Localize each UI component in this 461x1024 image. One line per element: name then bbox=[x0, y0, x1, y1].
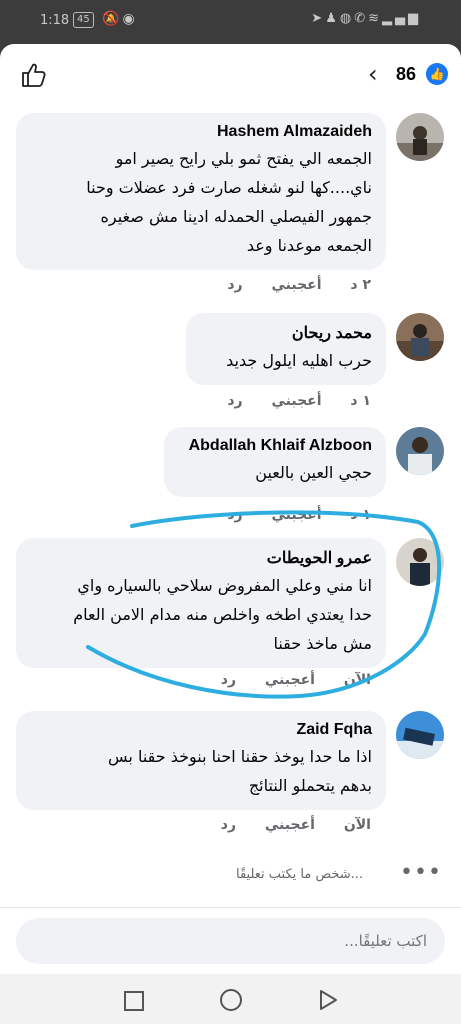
avatar[interactable] bbox=[396, 313, 444, 361]
comment-composer bbox=[0, 907, 461, 974]
typing-indicator: ••• شخص ما يكتب تعليقًا... bbox=[0, 860, 461, 892]
like-link[interactable]: أعجبني bbox=[271, 507, 321, 523]
status-right-icons: ➤♟◍✆≋▂▄▆ bbox=[311, 11, 421, 26]
comment-input[interactable] bbox=[16, 918, 445, 964]
mute-icon: 🔕 bbox=[102, 11, 123, 27]
wifi-icon: ≋ bbox=[368, 11, 382, 26]
comment-time: ١ د bbox=[350, 393, 371, 409]
comment-line: ناي....كها لنو شغله صارت فرد عضلات وحنا bbox=[86, 178, 372, 197]
comment-line: انا مني وعلي المفروض سلاحي بالسياره واي bbox=[77, 576, 372, 595]
like-link[interactable]: أعجبني bbox=[271, 393, 321, 409]
comment-time: الآن bbox=[343, 817, 371, 833]
comment-author[interactable]: Zaid Fqha bbox=[30, 721, 372, 739]
comment-line: جمهور الفيصلي الحمدله ادينا مش صغيره bbox=[100, 207, 372, 226]
reply-link[interactable]: رد bbox=[227, 393, 242, 409]
messenger-icon: ◍ bbox=[339, 11, 355, 26]
comment-line: الجمعه موعدنا وعد bbox=[246, 236, 372, 255]
comment-line: حجي العين بالعين bbox=[255, 463, 372, 482]
avatar[interactable] bbox=[396, 538, 444, 586]
comment-actions: الآن أعجبني رد bbox=[197, 672, 371, 688]
comment-line: مش ماخذ حقنا bbox=[273, 634, 372, 653]
comment-bubble[interactable]: Abdallah Khlaif Alzboon حجي العين بالعين bbox=[164, 427, 386, 497]
comment-author[interactable]: محمد ريحان bbox=[200, 323, 372, 343]
avatar[interactable] bbox=[396, 427, 444, 475]
home-icon[interactable] bbox=[220, 989, 242, 1011]
comment-actions: الآن أعجبني رد bbox=[197, 817, 371, 833]
comment-line: الجمعه الي يفتح ثمو بلي رايح يصير امو bbox=[115, 149, 372, 168]
comment-author[interactable]: Abdallah Khlaif Alzboon bbox=[178, 437, 372, 455]
comment-time: ١ د bbox=[350, 507, 371, 523]
system-nav-bar bbox=[0, 974, 461, 1024]
reaction-count[interactable]: 86 bbox=[396, 64, 416, 85]
reply-link[interactable]: رد bbox=[221, 672, 236, 688]
comment-actions: ١ د أعجبني رد bbox=[203, 393, 371, 409]
like-outline-icon[interactable] bbox=[20, 61, 48, 89]
status-bar: 1:18 45 🔕◉ ➤♟◍✆≋▂▄▆ bbox=[0, 0, 461, 44]
comment-bubble[interactable]: عمرو الحويطات انا مني وعلي المفروض سلاحي… bbox=[16, 538, 386, 668]
like-link[interactable]: أعجبني bbox=[271, 277, 321, 293]
comment-time: ٢ د bbox=[350, 277, 371, 293]
typing-text: شخص ما يكتب تعليقًا... bbox=[236, 867, 364, 882]
battery-icon: 45 bbox=[73, 12, 94, 28]
comment-line: حدا يعتدي اطخه واخلص منه مدام الامن العا… bbox=[73, 605, 372, 624]
comments-header: ‹ 86 👍 bbox=[0, 44, 461, 106]
signal-icon: ▂▄▆ bbox=[382, 11, 421, 26]
whatsapp-icon: ✆ bbox=[354, 11, 369, 26]
comment-bubble[interactable]: محمد ريحان حرب اهليه ايلول جديد bbox=[186, 313, 386, 385]
like-reaction-icon: 👍 bbox=[426, 63, 448, 85]
comment-line: حرب اهليه ايلول جديد bbox=[226, 351, 372, 370]
recent-apps-icon[interactable] bbox=[124, 991, 144, 1011]
reply-link[interactable]: رد bbox=[227, 277, 242, 293]
comment-line: بدهم يتحملو النتائج bbox=[248, 776, 372, 795]
person-icon: ♟ bbox=[325, 11, 340, 26]
comment-author[interactable]: Hashem Almazaideh bbox=[30, 123, 372, 141]
comments-sheet: ‹ 86 👍 Hashem Almazaideh الجمعه الي يفتح… bbox=[0, 44, 461, 974]
status-time: 1:18 bbox=[40, 13, 70, 28]
comment-actions: ١ د أعجبني رد bbox=[203, 507, 371, 523]
status-left-icons: 🔕◉ bbox=[102, 11, 138, 27]
comment-author[interactable]: عمرو الحويطات bbox=[30, 548, 372, 568]
eye-icon: ◉ bbox=[122, 11, 138, 27]
send-icon: ➤ bbox=[311, 11, 326, 26]
comment-actions: ٢ د أعجبني رد bbox=[203, 277, 371, 293]
typing-dots-icon: ••• bbox=[400, 860, 442, 885]
like-link[interactable]: أعجبني bbox=[265, 817, 315, 833]
comment-time: الآن bbox=[343, 672, 371, 688]
comment-bubble[interactable]: Hashem Almazaideh الجمعه الي يفتح ثمو بل… bbox=[16, 113, 386, 270]
chevron-left-icon[interactable]: ‹ bbox=[368, 60, 378, 88]
comment-bubble[interactable]: Zaid Fqha اذا ما حدا يوخذ حقنا احنا بنوخ… bbox=[16, 711, 386, 810]
reply-link[interactable]: رد bbox=[227, 507, 242, 523]
avatar[interactable] bbox=[396, 113, 444, 161]
comment-line: اذا ما حدا يوخذ حقنا احنا بنوخذ حقنا بس bbox=[108, 747, 372, 766]
like-link[interactable]: أعجبني bbox=[265, 672, 315, 688]
back-triangle-icon[interactable] bbox=[318, 989, 338, 1011]
avatar[interactable] bbox=[396, 711, 444, 759]
reply-link[interactable]: رد bbox=[221, 817, 236, 833]
